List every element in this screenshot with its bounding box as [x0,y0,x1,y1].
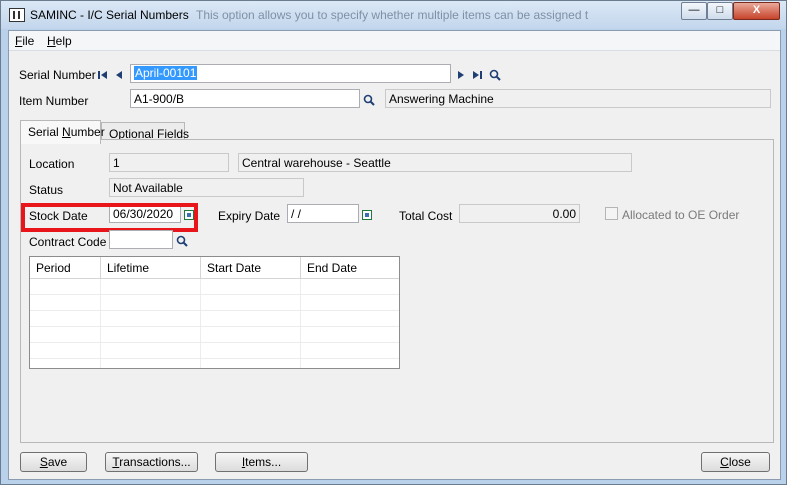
item-search-icon[interactable] [363,94,375,106]
location-label: Location [29,157,75,171]
tab-serial-number-label: Serial Number [28,125,105,139]
allocated-label: Allocated to OE Order [622,208,740,222]
background-window-text: This option allows you to specify whethe… [196,8,589,22]
status-field: Not Available [109,178,304,197]
save-button[interactable]: Save [20,452,87,472]
window-title: SAMINC - I/C Serial Numbers [30,8,189,22]
close-button[interactable]: Close [701,452,770,472]
expiry-date-label: Expiry Date [218,209,281,223]
expiry-date-input[interactable]: / / [287,204,359,223]
previous-record-icon[interactable] [113,69,125,81]
minimize-button[interactable]: — [681,2,707,20]
maximize-icon: □ [716,4,724,16]
table-row[interactable] [30,311,399,327]
total-cost-field: 0.00 [459,204,580,223]
grid-column-divider [300,279,301,368]
app-window: SAMINC - I/C Serial Numbers This option … [0,0,787,485]
grid-column-divider [200,279,201,368]
first-record-icon[interactable] [97,69,109,81]
items-button[interactable]: Items... [215,452,308,472]
stock-date-highlight [21,203,198,232]
column-header-period[interactable]: Period [30,257,101,279]
tab-serial-number[interactable]: Serial Number [20,120,105,144]
last-record-icon[interactable] [471,69,483,81]
minimize-icon: — [688,4,700,16]
table-row[interactable] [30,343,399,359]
location-code-field: 1 [109,153,229,172]
expiry-date-calendar-icon[interactable] [362,210,372,220]
grid-column-divider [100,279,101,368]
table-row[interactable] [30,295,399,311]
status-label: Status [29,183,64,197]
next-record-icon[interactable] [455,69,467,81]
item-number-input[interactable]: A1-900/B [130,89,360,108]
app-icon[interactable] [9,8,25,22]
title-bar[interactable]: SAMINC - I/C Serial Numbers This option … [1,1,786,29]
item-description-field: Answering Machine [385,89,771,108]
menu-help[interactable]: Help [47,34,72,48]
column-header-lifetime[interactable]: Lifetime [101,257,201,279]
maximize-button[interactable]: □ [707,2,733,20]
column-header-end-date[interactable]: End Date [301,257,399,279]
contract-code-label: Contract Code [29,235,107,249]
allocated-checkbox[interactable] [605,207,618,220]
transactions-button[interactable]: Transactions... [105,452,198,472]
serial-number-label: Serial Number [19,68,96,82]
location-name-field: Central warehouse - Seattle [238,153,632,172]
form-client-area: File Help Serial Number April-00101 Item… [8,30,781,480]
grid-header: Period Lifetime Start Date End Date [30,257,399,279]
table-row[interactable] [30,327,399,343]
table-row[interactable] [30,279,399,295]
menu-file[interactable]: File [15,34,34,48]
contract-code-input[interactable] [109,230,173,249]
column-header-start-date[interactable]: Start Date [201,257,301,279]
search-icon[interactable] [489,69,501,81]
contract-search-icon[interactable] [176,235,188,247]
close-window-button[interactable]: X [733,2,780,20]
close-icon: X [752,4,761,16]
serial-number-input[interactable]: April-00101 [130,64,451,83]
menu-bar: File Help [9,31,780,51]
total-cost-label: Total Cost [399,209,453,223]
serial-number-value: April-00101 [134,66,198,80]
warranty-grid[interactable]: Period Lifetime Start Date End Date [29,256,400,369]
item-number-label: Item Number [19,94,89,108]
